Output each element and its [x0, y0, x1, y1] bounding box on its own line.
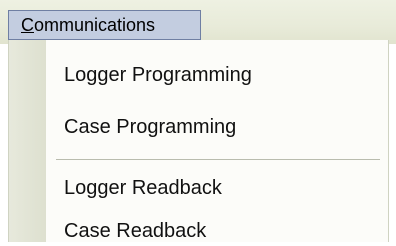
menu-item-label: Logger Readback [64, 177, 222, 199]
menu-bar: Communications [0, 0, 396, 44]
communications-dropdown: Logger Programming Case Programming Logg… [8, 40, 389, 242]
menu-item-label: Case Programming [64, 116, 237, 138]
menu-item-case-programming[interactable]: Case Programming [9, 104, 388, 150]
menu-item-label: Logger Programming [64, 64, 252, 86]
menu-communications[interactable]: Communications [8, 10, 201, 40]
menu-communications-accelerator: C [21, 15, 34, 35]
menu-item-logger-readback[interactable]: Logger Readback [9, 165, 388, 211]
menu-communications-label: ommunications [34, 15, 156, 35]
menu-separator [56, 159, 380, 160]
menu-item-logger-programming[interactable]: Logger Programming [9, 52, 388, 98]
